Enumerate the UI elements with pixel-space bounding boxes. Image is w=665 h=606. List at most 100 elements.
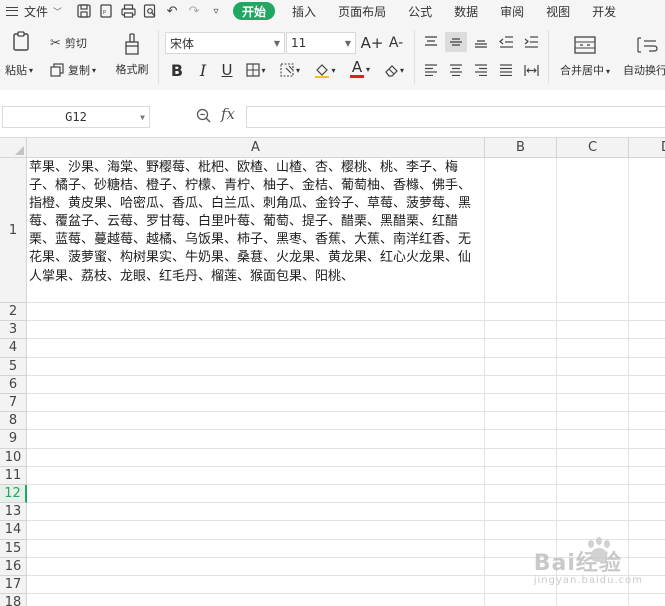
grid-cell[interactable] (629, 467, 665, 485)
grid-cell[interactable] (485, 466, 557, 485)
auto-wrap-button[interactable]: 自动换行 (623, 32, 665, 82)
bold-button[interactable]: B (168, 60, 186, 80)
grid-cell[interactable] (27, 521, 485, 540)
grid-cell[interactable] (27, 357, 485, 376)
tab-review[interactable]: 审阅 (489, 0, 535, 22)
align-top-button[interactable] (421, 32, 441, 52)
grid-cell[interactable] (485, 321, 557, 340)
column-header-d[interactable]: D (629, 138, 665, 158)
grid-cell[interactable] (27, 412, 485, 431)
print-preview-icon[interactable] (142, 3, 158, 19)
row-header-8[interactable]: 8 (0, 412, 27, 431)
formula-input[interactable] (246, 106, 665, 128)
tab-home[interactable]: 开始 (233, 2, 276, 20)
paste-button[interactable] (6, 30, 36, 52)
grid-cell[interactable] (629, 394, 665, 413)
grid-cell[interactable] (557, 158, 629, 303)
grid-cell[interactable] (485, 521, 557, 540)
row-header-17[interactable]: 17 (0, 576, 27, 595)
grid-cell[interactable] (485, 303, 557, 322)
grid-cell[interactable] (27, 466, 485, 485)
align-center-button[interactable] (446, 60, 466, 80)
increase-indent-button[interactable] (521, 32, 541, 52)
grid-cell[interactable] (557, 430, 629, 449)
select-all-corner[interactable] (0, 138, 27, 158)
font-color-button[interactable]: A ▾ (345, 58, 375, 80)
align-middle-button[interactable] (445, 32, 467, 52)
tab-developer[interactable]: 开发 (581, 0, 627, 22)
grid-cell[interactable] (629, 303, 665, 322)
grid-cell[interactable] (629, 339, 665, 358)
file-menu[interactable]: 文件 ﹀ (0, 0, 68, 22)
grid-cell[interactable] (27, 303, 485, 322)
cell-a1[interactable]: 苹果、沙果、海棠、野樱莓、枇杷、欧楂、山楂、杏、樱桃、桃、李子、梅子、橘子、砂糖… (27, 158, 485, 303)
row-header-3[interactable]: 3 (0, 321, 27, 340)
grid-cell[interactable] (557, 503, 629, 522)
grid-cell[interactable] (629, 485, 665, 504)
redo-icon[interactable]: ↷ (186, 3, 202, 19)
grid-cell[interactable] (629, 521, 665, 540)
grid-cell[interactable] (27, 321, 485, 340)
grid-cell[interactable] (557, 448, 629, 467)
grid-cell[interactable] (27, 448, 485, 467)
row-header-15[interactable]: 15 (0, 539, 27, 558)
row-header-10[interactable]: 10 (0, 448, 27, 467)
row-header-2[interactable]: 2 (0, 303, 27, 322)
row-header-12[interactable]: 12 (0, 485, 27, 504)
grid-cell[interactable] (557, 466, 629, 485)
font-size-select[interactable]: 11 ▼ (286, 32, 356, 54)
tab-insert[interactable]: 插入 (281, 0, 327, 22)
increase-font-button[interactable]: A+ (361, 33, 384, 53)
row-header-9[interactable]: 9 (0, 430, 27, 449)
align-right-button[interactable] (471, 60, 491, 80)
grid-cell[interactable] (557, 357, 629, 376)
grid-cell[interactable] (485, 394, 557, 413)
grid-cell[interactable] (27, 375, 485, 394)
justify-button[interactable] (496, 60, 516, 80)
grid-cell[interactable] (27, 557, 485, 576)
row-header-5[interactable]: 5 (0, 357, 27, 376)
cell-style-button[interactable]: ▾ (276, 60, 304, 80)
undo-icon[interactable]: ↶ (164, 3, 180, 19)
grid-cell[interactable] (27, 394, 485, 413)
grid-cell[interactable] (485, 339, 557, 358)
grid-cell[interactable] (557, 303, 629, 322)
grid-cell[interactable] (27, 539, 485, 558)
grid-cell[interactable] (485, 448, 557, 467)
grid-cell[interactable] (27, 503, 485, 522)
underline-button[interactable]: U (218, 60, 236, 80)
name-box[interactable]: G12 ▼ (2, 106, 150, 128)
row-header-13[interactable]: 13 (0, 503, 27, 522)
grid-cell[interactable] (485, 485, 557, 504)
grid-cell[interactable] (557, 339, 629, 358)
row-header-7[interactable]: 7 (0, 394, 27, 413)
grid-cell[interactable] (629, 503, 665, 522)
row-header-4[interactable]: 4 (0, 339, 27, 358)
row-header-16[interactable]: 16 (0, 557, 27, 576)
copy-button[interactable]: 复制 ▾ (50, 61, 96, 79)
grid-cell[interactable] (557, 321, 629, 340)
grid-cell[interactable] (485, 375, 557, 394)
column-header-c[interactable]: C (557, 138, 629, 158)
tab-page-layout[interactable]: 页面布局 (327, 0, 397, 22)
row-header-1[interactable]: 1 (0, 158, 27, 303)
grid-cell[interactable] (485, 158, 557, 303)
row-header-11[interactable]: 11 (0, 466, 27, 485)
tab-view[interactable]: 视图 (535, 0, 581, 22)
print-icon[interactable] (120, 3, 136, 19)
grid-cell[interactable] (485, 594, 557, 606)
align-left-button[interactable] (421, 60, 441, 80)
cut-button[interactable]: ✂ 剪切 (50, 34, 87, 52)
column-header-a[interactable]: A (27, 138, 485, 158)
grid-cell[interactable] (557, 485, 629, 504)
grid-cell[interactable] (629, 449, 665, 467)
tab-formulas[interactable]: 公式 (397, 0, 443, 22)
grid-cell[interactable] (485, 503, 557, 522)
fill-color-button[interactable]: ▾ (310, 60, 340, 80)
grid-cell[interactable] (557, 594, 629, 606)
decrease-indent-button[interactable] (496, 32, 516, 52)
grid-cell[interactable] (629, 412, 665, 431)
clear-format-button[interactable]: ▾ (380, 60, 408, 80)
grid-cell[interactable] (27, 576, 485, 595)
row-header-18[interactable]: 18 (0, 594, 27, 606)
